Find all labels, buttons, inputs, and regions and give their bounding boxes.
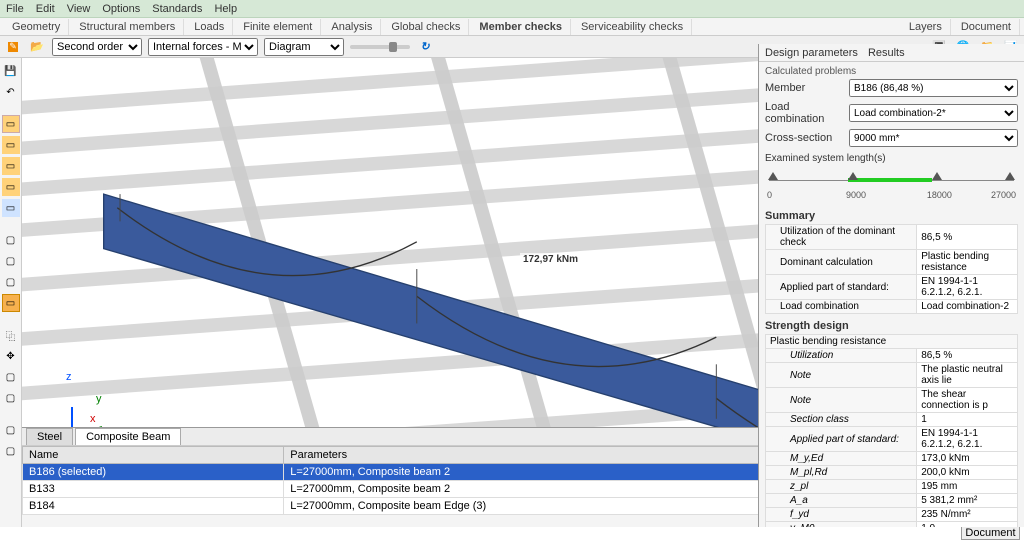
menu-view[interactable]: View (67, 3, 91, 15)
cross-section-select[interactable]: 9000 mm* (849, 129, 1018, 147)
tab-document[interactable]: Document (953, 19, 1020, 35)
tool-c-icon[interactable]: ▭ (2, 157, 20, 175)
menu-help[interactable]: Help (214, 3, 237, 15)
tool-a-icon[interactable]: ▭ (2, 115, 20, 133)
tool-b-icon[interactable]: ▭ (2, 136, 20, 154)
summary-table: Utilization of the dominant check86,5 %D… (765, 224, 1018, 314)
axis-z-label: z (66, 371, 72, 383)
tool-f-icon[interactable]: ▢ (2, 231, 20, 249)
left-toolbar: 💾 ↶ ▭ ▭ ▭ ▭ ▭ ▢ ▢ ▢ ▭ ⿻ ✥ ▢ ▢ ▢ ▢ (0, 58, 22, 527)
tab-analysis[interactable]: Analysis (323, 19, 381, 35)
tool-l-icon[interactable]: ▢ (2, 442, 20, 460)
plastic-bending-header: Plastic bending resistance (766, 335, 1018, 349)
tool-e-icon[interactable]: ▭ (2, 199, 20, 217)
select-icon[interactable]: ▭ (2, 294, 20, 312)
save-icon[interactable]: 💾 (2, 62, 20, 80)
bottom-tab-composite-beam[interactable]: Composite Beam (75, 428, 181, 445)
menu-edit[interactable]: Edit (36, 3, 55, 15)
axis-x-label: x (90, 413, 96, 425)
tab-finite-element[interactable]: Finite element (235, 19, 321, 35)
tab-layers[interactable]: Layers (901, 19, 951, 35)
examined-length-label: Examined system length(s) (765, 153, 1018, 164)
bottom-tab-steel[interactable]: Steel (26, 428, 73, 445)
menu-standards[interactable]: Standards (152, 3, 202, 15)
summary-header: Summary (765, 210, 1018, 222)
tool-k-icon[interactable]: ▢ (2, 421, 20, 439)
document-button[interactable]: Document (961, 526, 1020, 540)
menu-options[interactable]: Options (102, 3, 140, 15)
scale-slider[interactable] (350, 45, 410, 49)
analysis-type-select[interactable]: Second order (52, 38, 142, 56)
move-icon[interactable]: ✥ (2, 347, 20, 365)
member-label: Member (765, 82, 843, 94)
undo-icon[interactable]: ↶ (2, 83, 20, 101)
design-parameters-panel: Design parameters Results Calculated pro… (758, 44, 1024, 527)
copy-icon[interactable]: ⿻ (2, 326, 20, 344)
tab-global-checks[interactable]: Global checks (383, 19, 469, 35)
tool-h-icon[interactable]: ▢ (2, 273, 20, 291)
calculated-problems-label: Calculated problems (765, 66, 1018, 77)
load-combination-label: Load combination (765, 101, 843, 125)
tab-member-checks[interactable]: Member checks (471, 19, 571, 35)
new-icon[interactable]: ✎ (4, 38, 22, 56)
rp-tab-results[interactable]: Results (868, 47, 905, 59)
tool-g-icon[interactable]: ▢ (2, 252, 20, 270)
open-icon[interactable]: 📂 (28, 38, 46, 56)
menu-file[interactable]: File (6, 3, 24, 15)
plastic-table: Plastic bending resistance Utilization86… (765, 334, 1018, 527)
axis-y-label: y (96, 393, 102, 405)
strength-design-header: Strength design (765, 320, 1018, 332)
menu-bar: File Edit View Options Standards Help (0, 0, 1024, 18)
tab-serviceability-checks[interactable]: Serviceability checks (573, 19, 692, 35)
moment-annotation: 172,97 kNm (520, 253, 581, 266)
refresh-icon[interactable]: ↻ (416, 38, 434, 56)
tool-d-icon[interactable]: ▭ (2, 178, 20, 196)
col-parameters[interactable]: Parameters (284, 447, 769, 464)
main-tab-strip: Geometry Structural members Loads Finite… (0, 18, 1024, 36)
tab-structural-members[interactable]: Structural members (71, 19, 184, 35)
tab-geometry[interactable]: Geometry (4, 19, 69, 35)
col-name[interactable]: Name (23, 447, 284, 464)
load-combination-select[interactable]: Load combination-2* (849, 104, 1018, 122)
cross-section-label: Cross-section (765, 132, 843, 144)
rp-tab-design-parameters[interactable]: Design parameters (765, 47, 858, 59)
tab-loads[interactable]: Loads (186, 19, 233, 35)
examined-length-diagram: 0 9000 18000 27000 (765, 168, 1018, 204)
member-select[interactable]: B186 (86,48 %) (849, 79, 1018, 97)
tool-i-icon[interactable]: ▢ (2, 368, 20, 386)
display-type-select[interactable]: Diagram (264, 38, 344, 56)
tool-j-icon[interactable]: ▢ (2, 389, 20, 407)
result-type-select[interactable]: Internal forces - My (148, 38, 258, 56)
